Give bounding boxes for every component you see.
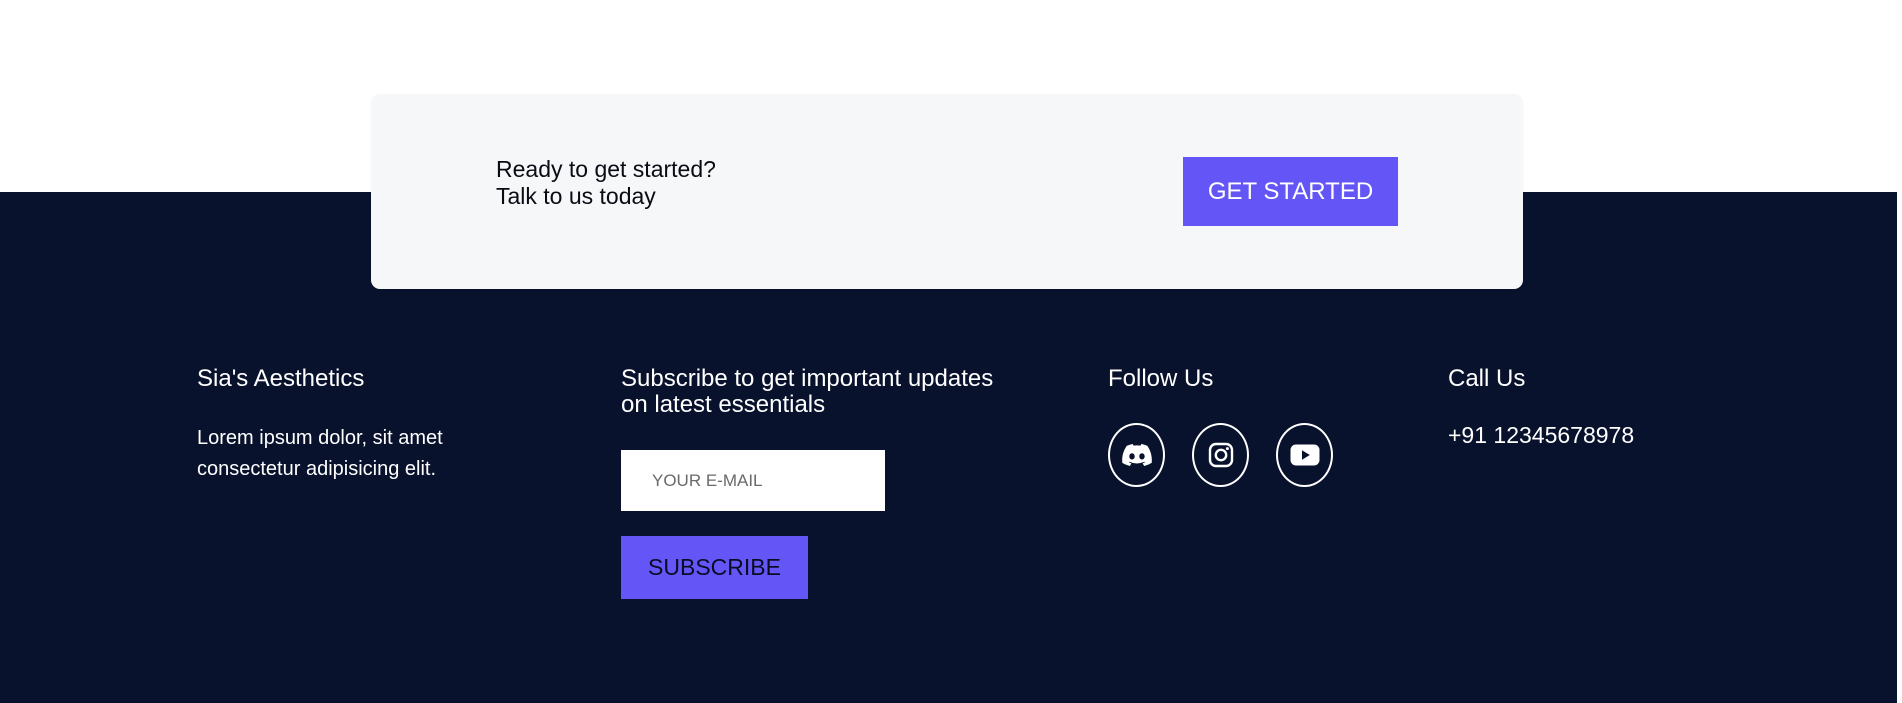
phone-number: +91 12345678978 — [1448, 422, 1635, 448]
subscribe-heading-line-2: on latest essentials — [621, 391, 826, 418]
footer-call-column: Call Us +91 12345678978 — [1448, 365, 1748, 449]
brand-title: Sia's Aesthetics — [197, 365, 365, 392]
follow-heading: Follow Us — [1108, 365, 1214, 392]
discord-link[interactable] — [1108, 423, 1165, 487]
subscribe-button[interactable]: SUBSCRIBE — [621, 536, 808, 599]
subscribe-heading-line-1: Subscribe to get important updates — [621, 365, 994, 392]
youtube-link[interactable] — [1276, 423, 1333, 487]
cta-text: Ready to get started? Talk to us today — [496, 156, 716, 210]
social-links — [1108, 423, 1368, 489]
cta-line-1: Ready to get started? — [496, 156, 716, 182]
email-input[interactable] — [621, 450, 885, 511]
footer-subscribe-column: Subscribe to get important updates on la… — [621, 366, 1001, 599]
cta-line-2: Talk to us today — [496, 183, 656, 209]
call-heading: Call Us — [1448, 365, 1526, 392]
instagram-icon — [1208, 442, 1233, 468]
page: Ready to get started? Talk to us today G… — [0, 0, 1902, 703]
cta-card: Ready to get started? Talk to us today G… — [371, 94, 1523, 289]
scrollbar-track[interactable] — [1897, 0, 1902, 703]
youtube-icon — [1290, 444, 1319, 466]
footer-follow-column: Follow Us — [1108, 365, 1368, 487]
brand-description: Lorem ipsum dolor, sit amet consectetur … — [197, 427, 443, 480]
instagram-link[interactable] — [1192, 423, 1249, 487]
get-started-button[interactable]: GET STARTED — [1183, 157, 1398, 226]
footer-brand-column: Sia's Aesthetics Lorem ipsum dolor, sit … — [197, 366, 527, 485]
discord-icon — [1121, 444, 1152, 466]
subscribe-heading: Subscribe to get important updates on la… — [621, 366, 1001, 418]
